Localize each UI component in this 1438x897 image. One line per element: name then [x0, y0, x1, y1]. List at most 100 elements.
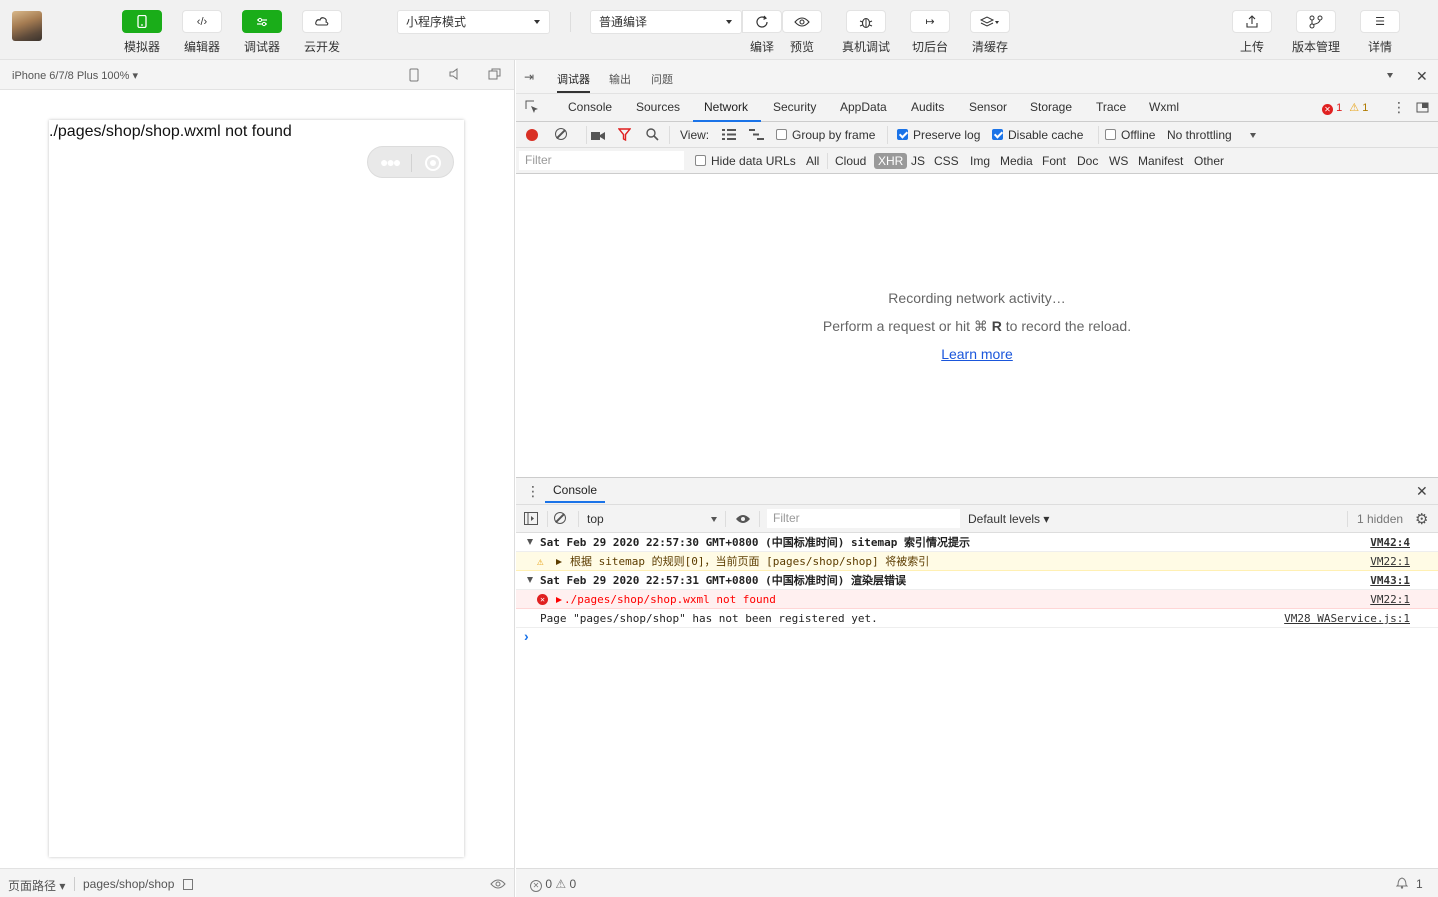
screenshot-camera-icon[interactable]: [591, 130, 605, 144]
log-source-link[interactable]: VM43:1: [1370, 571, 1410, 590]
devtools-pane: ⇥ 调试器 输出 问题 ✕ Console Sources Network Se…: [516, 60, 1438, 897]
eye-icon[interactable]: [490, 878, 506, 892]
console-log-error[interactable]: ✕ ./pages/shop/shop.wxml not found VM22:…: [516, 590, 1438, 609]
more-options-icon[interactable]: ⋮: [1392, 99, 1406, 116]
preserve-log-checkbox[interactable]: Preserve log: [897, 128, 980, 142]
tab-audits[interactable]: Audits: [911, 100, 944, 114]
preview-button[interactable]: 预览: [777, 10, 827, 55]
console-log-info[interactable]: Page "pages/shop/shop" has not been regi…: [516, 609, 1438, 628]
error-counter[interactable]: ✕ 1 ⚠ 1: [1322, 101, 1368, 115]
disable-cache-checkbox[interactable]: Disable cache: [992, 128, 1083, 142]
tab-debugger[interactable]: 调试器: [557, 71, 590, 93]
type-filter-other[interactable]: Other: [1194, 154, 1224, 168]
clear-console-icon[interactable]: [554, 512, 566, 524]
log-source-link[interactable]: VM22:1: [1370, 590, 1410, 609]
tab-security[interactable]: Security: [773, 100, 816, 114]
user-avatar[interactable]: [12, 11, 42, 41]
tab-sensor[interactable]: Sensor: [969, 100, 1007, 114]
throttling-select[interactable]: No throttling: [1167, 128, 1232, 142]
volume-icon[interactable]: [447, 68, 461, 82]
tab-trace[interactable]: Trace: [1096, 100, 1126, 114]
sidebar-toggle-icon[interactable]: [524, 512, 538, 528]
mode-select[interactable]: 小程序模式: [397, 10, 550, 34]
context-value: top: [587, 512, 604, 526]
undock-icon[interactable]: [1416, 101, 1429, 116]
drawer-menu-icon[interactable]: ⋮: [526, 483, 540, 500]
console-prompt[interactable]: ›: [524, 628, 529, 644]
drawer-tab-console[interactable]: Console: [545, 483, 606, 503]
tab-output[interactable]: 输出: [609, 71, 631, 87]
console-log-warning[interactable]: ⚠ 根据 sitemap 的规则[0]，当前页面 [pages/shop/sho…: [516, 552, 1438, 571]
group-by-frame-checkbox[interactable]: Group by frame: [776, 128, 875, 142]
live-expression-eye-icon[interactable]: [735, 513, 751, 527]
type-filter-js[interactable]: JS: [911, 154, 925, 168]
page-path-select[interactable]: 页面路径 ▾: [8, 877, 65, 894]
record-icon[interactable]: [526, 129, 538, 141]
type-filter-css[interactable]: CSS: [934, 154, 959, 168]
large-rows-icon[interactable]: [722, 129, 736, 143]
type-filter-all[interactable]: All: [806, 154, 819, 168]
context-select[interactable]: top: [587, 512, 719, 526]
more-dots-icon[interactable]: ●●●: [380, 155, 401, 169]
chevron-down-icon[interactable]: [1387, 73, 1393, 78]
group-by-frame-label: Group by frame: [792, 128, 876, 142]
log-source-link[interactable]: VM22:1: [1370, 552, 1410, 571]
simulator-toggle-button[interactable]: 模拟器: [117, 10, 167, 55]
waterfall-icon[interactable]: [749, 129, 764, 143]
status-counts[interactable]: ✕ 0 ⚠ 0: [530, 877, 576, 892]
log-message: ./pages/shop/shop.wxml not found: [564, 593, 776, 606]
close-circle-icon[interactable]: [425, 155, 441, 171]
upload-button[interactable]: 上传: [1227, 10, 1277, 55]
close-icon[interactable]: ✕: [1416, 68, 1428, 85]
dock-icon[interactable]: ⇥: [524, 70, 534, 84]
learn-more-link[interactable]: Learn more: [941, 346, 1013, 362]
type-filter-cloud[interactable]: Cloud: [835, 154, 866, 168]
type-filter-manifest[interactable]: Manifest: [1138, 154, 1183, 168]
clear-icon[interactable]: [555, 128, 567, 140]
console-settings-gear-icon[interactable]: ⚙: [1415, 510, 1428, 528]
editor-toggle-button[interactable]: ‹/› 编辑器: [177, 10, 227, 55]
tab-network[interactable]: Network: [704, 100, 748, 114]
log-source-link[interactable]: VM42:4: [1370, 533, 1410, 552]
console-log-group[interactable]: Sat Feb 29 2020 22:57:31 GMT+0800 (中国标准时…: [516, 571, 1438, 590]
popout-icon[interactable]: [487, 68, 501, 82]
tab-storage[interactable]: Storage: [1030, 100, 1072, 114]
tab-console[interactable]: Console: [568, 100, 612, 114]
details-button[interactable]: ☰ 详情: [1355, 10, 1405, 55]
phone-screen[interactable]: ./pages/shop/shop.wxml not found ●●●: [49, 120, 464, 857]
close-drawer-icon[interactable]: ✕: [1416, 483, 1428, 500]
offline-checkbox[interactable]: Offline: [1105, 128, 1155, 142]
warning-icon: ⚠: [1349, 102, 1360, 114]
notification-bell-icon[interactable]: [1395, 876, 1409, 892]
tab-problems[interactable]: 问题: [651, 71, 673, 87]
type-filter-font[interactable]: Font: [1042, 154, 1066, 168]
phone-rotate-icon[interactable]: [407, 68, 421, 82]
real-device-debug-button[interactable]: 真机调试: [841, 10, 891, 55]
search-icon[interactable]: [646, 128, 659, 144]
tab-sources[interactable]: Sources: [636, 100, 680, 114]
filter-funnel-icon[interactable]: [617, 128, 632, 144]
hide-data-urls-checkbox[interactable]: Hide data URLs: [695, 154, 796, 168]
console-filter-input[interactable]: Filter: [767, 509, 960, 528]
inspect-element-icon[interactable]: [525, 100, 539, 117]
copy-icon[interactable]: [183, 879, 193, 890]
type-filter-xhr[interactable]: XHR: [874, 153, 908, 169]
type-filter-img[interactable]: Img: [970, 154, 990, 168]
type-filter-media[interactable]: Media: [1000, 154, 1033, 168]
compile-select[interactable]: 普通编译: [590, 10, 742, 34]
chevron-down-icon[interactable]: [1250, 133, 1256, 138]
network-filter-input[interactable]: Filter: [519, 151, 684, 170]
version-management-button[interactable]: 版本管理: [1291, 10, 1341, 55]
switch-backend-button[interactable]: ↦ 切后台: [905, 10, 955, 55]
cloud-dev-button[interactable]: 云开发: [297, 10, 347, 55]
log-source-link[interactable]: VM28 WAService.js:1: [1284, 609, 1410, 628]
type-filter-doc[interactable]: Doc: [1077, 154, 1098, 168]
tab-wxml[interactable]: Wxml: [1149, 100, 1179, 114]
console-log-group[interactable]: Sat Feb 29 2020 22:57:30 GMT+0800 (中国标准时…: [516, 533, 1438, 552]
clear-cache-button[interactable]: 清缓存: [965, 10, 1015, 55]
debugger-toggle-button[interactable]: 调试器: [237, 10, 287, 55]
log-levels-select[interactable]: Default levels ▾: [968, 512, 1049, 526]
device-select[interactable]: iPhone 6/7/8 Plus 100% ▾: [12, 69, 138, 82]
tab-appdata[interactable]: AppData: [840, 100, 887, 114]
type-filter-ws[interactable]: WS: [1109, 154, 1128, 168]
